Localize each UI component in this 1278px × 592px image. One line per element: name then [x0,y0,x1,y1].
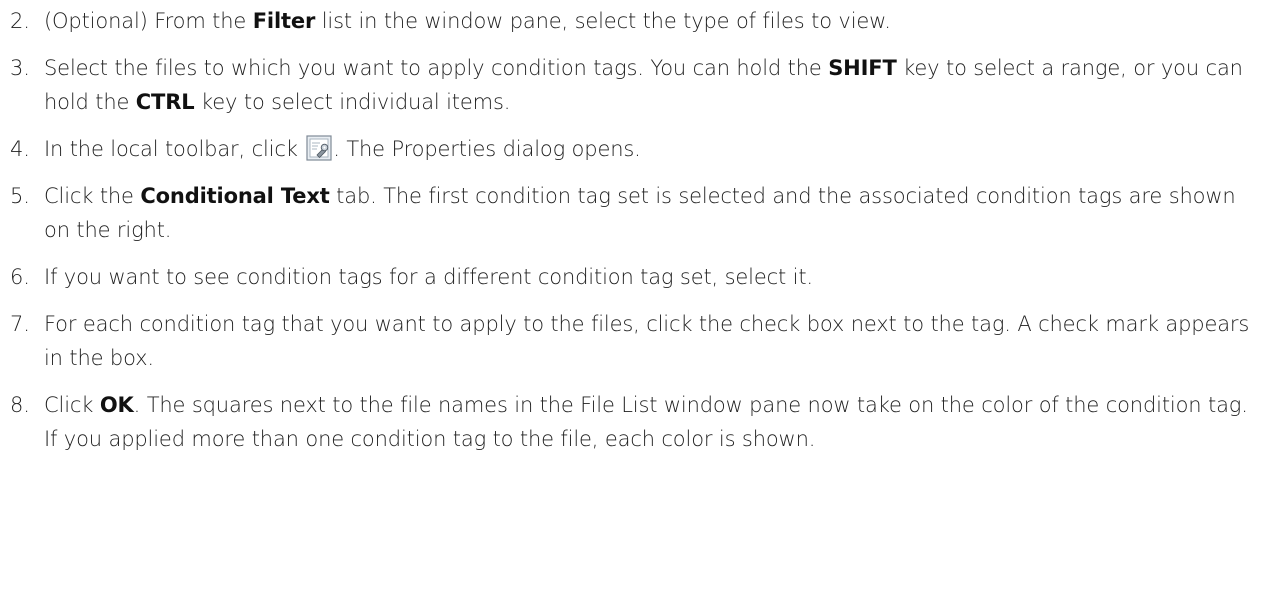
step-6: 6. If you want to see condition tags for… [0,260,1278,294]
step-text: . The squares next to the file names in … [44,393,1248,451]
step-7: 7. For each condition tag that you want … [0,307,1278,375]
steps-list: 2. (Optional) From the Filter list in th… [0,4,1278,456]
step-text: list in the window pane, select the type… [315,9,891,33]
filter-term: Filter [252,9,316,33]
instructions-document: 2. (Optional) From the Filter list in th… [0,0,1278,592]
step-text: If you want to see condition tags for a … [44,265,813,289]
step-text: Click [44,393,100,417]
step-number: 6. [10,265,30,289]
step-number: 2. [10,9,30,33]
ctrl-key-term: CTRL [135,90,195,114]
conditional-text-term: Conditional Text [140,184,330,208]
step-2: 2. (Optional) From the Filter list in th… [0,4,1278,38]
shift-key-term: SHIFT [828,56,897,80]
properties-icon [306,135,332,161]
step-text: Click the [44,184,141,208]
step-text: . The Properties dialog opens. [333,137,641,161]
step-text: Select the files to which you want to ap… [44,56,829,80]
step-3: 3. Select the files to which you want to… [0,51,1278,119]
step-number: 3. [10,56,30,80]
ok-term: OK [99,393,134,417]
step-number: 4. [10,137,30,161]
step-number: 7. [10,312,30,336]
step-4: 4. In the local toolbar, click . The Pro… [0,132,1278,166]
step-5: 5. Click the Conditional Text tab. The f… [0,179,1278,247]
step-text: For each condition tag that you want to … [44,312,1250,370]
step-text: key to select individual items. [194,90,511,114]
step-number: 8. [10,393,30,417]
step-text: (Optional) From the [44,9,253,33]
step-text: In the local toolbar, click [44,137,305,161]
step-8: 8. Click OK. The squares next to the fil… [0,388,1278,456]
step-number: 5. [10,184,30,208]
